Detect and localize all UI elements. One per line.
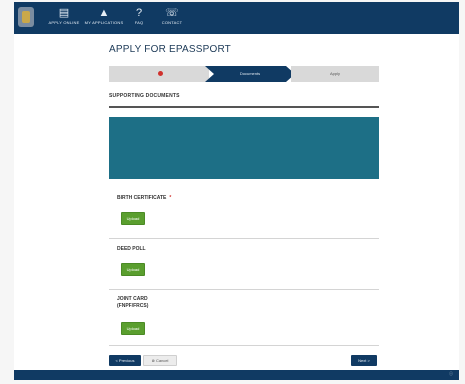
required-icon: * xyxy=(169,195,172,201)
upload-joint-card-button[interactable]: Upload xyxy=(121,322,145,335)
info-box xyxy=(109,117,379,179)
section-title: SUPPORTING DOCUMENTS xyxy=(109,93,180,99)
step-apply-label: Apply xyxy=(329,71,340,76)
step-documents-label: Documents xyxy=(239,71,261,76)
page-title: APPLY FOR EPASSPORT xyxy=(109,44,231,55)
cancel-button[interactable]: ⊗ Cancel xyxy=(143,355,177,366)
doc-label-birth-certificate-text: BIRTH CERTIFICATE xyxy=(117,195,167,201)
nav-contact-label: CONTACT xyxy=(161,20,183,25)
previous-button[interactable]: < Previous xyxy=(109,355,141,366)
upload-birth-certificate-button[interactable]: Upload xyxy=(121,212,145,225)
nav-my-applications[interactable]: ▲ MY APPLICATIONS xyxy=(84,6,124,32)
browser-screen: ▤ APPLY ONLINE ▲ MY APPLICATIONS ? FAQ ☏… xyxy=(14,2,459,380)
step-progress: Documents Apply xyxy=(109,66,379,82)
doc-divider xyxy=(109,238,379,239)
doc-divider xyxy=(109,345,379,346)
step-documents[interactable]: Documents xyxy=(205,66,295,82)
step-error-icon xyxy=(157,71,163,77)
doc-label-birth-certificate: BIRTH CERTIFICATE * xyxy=(117,195,171,202)
top-navigation-bar: ▤ APPLY ONLINE ▲ MY APPLICATIONS ? FAQ ☏… xyxy=(14,2,459,34)
nav-apply-online[interactable]: ▤ APPLY ONLINE xyxy=(44,6,84,32)
coat-of-arms-logo xyxy=(18,7,34,27)
nav-apply-online-label: APPLY ONLINE xyxy=(48,20,80,25)
next-button[interactable]: Next > xyxy=(351,355,377,366)
doc-label-joint-card: JOINT CARD (FNPF/FRCS) xyxy=(117,296,149,309)
step-personal[interactable] xyxy=(109,66,209,82)
footer-bar: ⓘ xyxy=(14,370,459,380)
apply-online-icon: ▤ xyxy=(58,7,70,19)
upload-deed-poll-button[interactable]: Upload xyxy=(121,263,145,276)
help-icon[interactable]: ⓘ xyxy=(449,371,453,377)
contact-icon: ☏ xyxy=(165,7,179,19)
nav-contact[interactable]: ☏ CONTACT xyxy=(152,6,192,32)
section-divider xyxy=(109,106,379,108)
applications-icon: ▲ xyxy=(98,7,110,19)
doc-label-deed-poll: DEED POLL xyxy=(117,246,146,252)
nav-my-applications-label: MY APPLICATIONS xyxy=(84,20,124,25)
step-apply[interactable]: Apply xyxy=(291,66,379,82)
doc-divider xyxy=(109,289,379,290)
